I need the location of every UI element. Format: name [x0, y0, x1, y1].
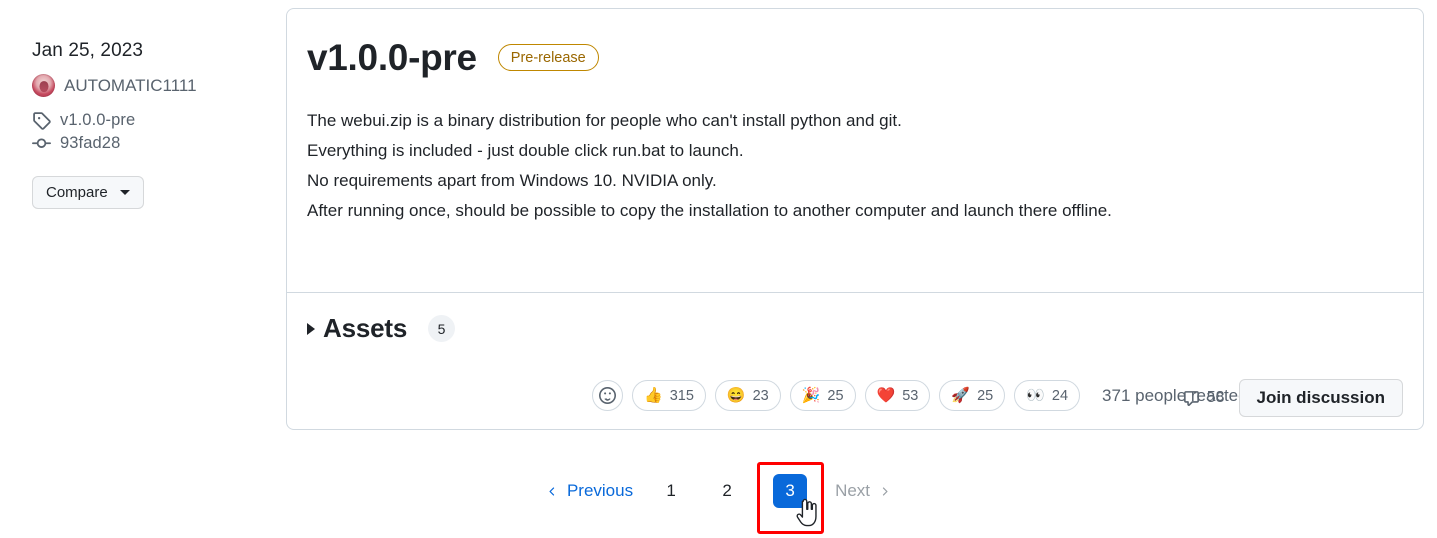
assets-section: Assets 5: [307, 313, 456, 344]
reaction-count: 23: [752, 387, 769, 404]
tag-row[interactable]: v1.0.0-pre: [32, 111, 272, 130]
discussion-area: 58 Join discussion: [1183, 379, 1403, 417]
pagination-page-3-slot: 3: [762, 474, 818, 508]
commit-sha[interactable]: 93fad28: [60, 134, 120, 153]
commit-icon: [32, 138, 51, 148]
tag-icon: [33, 112, 51, 130]
laugh-icon: 😄: [726, 387, 746, 404]
release-sidebar: Jan 25, 2023 AUTOMATIC1111 v1.0.0-pre 93…: [32, 40, 272, 209]
heart-icon: ❤️: [876, 387, 896, 404]
eyes-icon: 👀: [1026, 387, 1045, 404]
reaction-count: 25: [977, 387, 994, 404]
release-card: v1.0.0-pre Pre-release The webui.zip is …: [286, 8, 1424, 430]
release-date: Jan 25, 2023: [32, 40, 144, 61]
description-line: Everything is included - just double cli…: [307, 141, 744, 160]
reaction-count: 24: [1051, 387, 1069, 404]
release-title-row: v1.0.0-pre Pre-release: [307, 39, 1403, 76]
reaction-rocket[interactable]: 🚀 25: [939, 380, 1006, 411]
card-divider: [287, 292, 1423, 293]
commit-row[interactable]: 93fad28: [32, 134, 272, 153]
reaction-heart[interactable]: ❤️ 53: [864, 380, 931, 411]
reaction-laugh[interactable]: 😄 23: [714, 380, 781, 411]
reaction-count: 53: [902, 387, 919, 404]
hooray-icon: 🎉: [801, 387, 821, 404]
comment-count-label: 58: [1206, 389, 1225, 406]
reaction-hooray[interactable]: 🎉 25: [789, 380, 856, 411]
rocket-icon: 🚀: [951, 387, 971, 404]
comment-count[interactable]: 58: [1183, 389, 1225, 407]
pagination-page-2[interactable]: 2: [710, 474, 744, 508]
smiley-icon: [599, 387, 616, 404]
compare-button-label: Compare: [46, 184, 108, 201]
assets-toggle[interactable]: Assets: [307, 313, 407, 344]
description-line: After running once, should be possible t…: [307, 201, 1112, 220]
smiley-plus-icon[interactable]: [592, 380, 623, 411]
assets-label: Assets: [323, 313, 408, 343]
author-name[interactable]: AUTOMATIC1111: [64, 76, 197, 96]
reaction-eyes[interactable]: 👀 24: [1014, 380, 1081, 411]
page-title: v1.0.0-pre: [307, 37, 477, 78]
thumbs-up-icon: 👍: [644, 387, 663, 404]
comment-icon: [1183, 390, 1199, 406]
status-badge: Pre-release: [497, 44, 599, 71]
author-row[interactable]: AUTOMATIC1111: [32, 74, 272, 97]
avatar: [32, 74, 55, 97]
triangle-right-icon: [307, 322, 315, 335]
pagination-previous-label: Previous: [566, 481, 634, 500]
join-discussion-button[interactable]: Join discussion: [1238, 379, 1403, 417]
description-line: The webui.zip is a binary distribution f…: [307, 111, 902, 130]
pagination: Previous 1 2 3 Next: [0, 474, 1437, 508]
reaction-count: 25: [827, 387, 844, 404]
pagination-next-label: Next: [835, 481, 871, 500]
tag-label[interactable]: v1.0.0-pre: [60, 111, 135, 130]
release-card-body: v1.0.0-pre Pre-release The webui.zip is …: [287, 9, 1423, 226]
pagination-next: Next: [825, 474, 901, 508]
release-description: The webui.zip is a binary distribution f…: [307, 106, 1403, 226]
chevron-left-icon: [549, 486, 555, 496]
release-page: Jan 25, 2023 AUTOMATIC1111 v1.0.0-pre 93…: [0, 0, 1437, 538]
description-line: No requirements apart from Windows 10. N…: [307, 171, 717, 190]
pagination-page-3[interactable]: 3: [773, 474, 808, 508]
pagination-previous[interactable]: Previous: [536, 474, 643, 508]
reaction-thumbs-up[interactable]: 👍 315: [632, 380, 706, 411]
reactions-bar: 👍 315 😄 23 🎉 25 ❤️ 53 🚀 25 👀 24 371 peop…: [592, 380, 1248, 411]
pagination-page-1[interactable]: 1: [654, 474, 688, 508]
reaction-count: 315: [669, 387, 694, 404]
chevron-down-icon: [119, 190, 130, 195]
chevron-right-icon: [882, 486, 888, 496]
compare-button[interactable]: Compare: [32, 176, 144, 209]
assets-count-badge: 5: [428, 315, 456, 342]
